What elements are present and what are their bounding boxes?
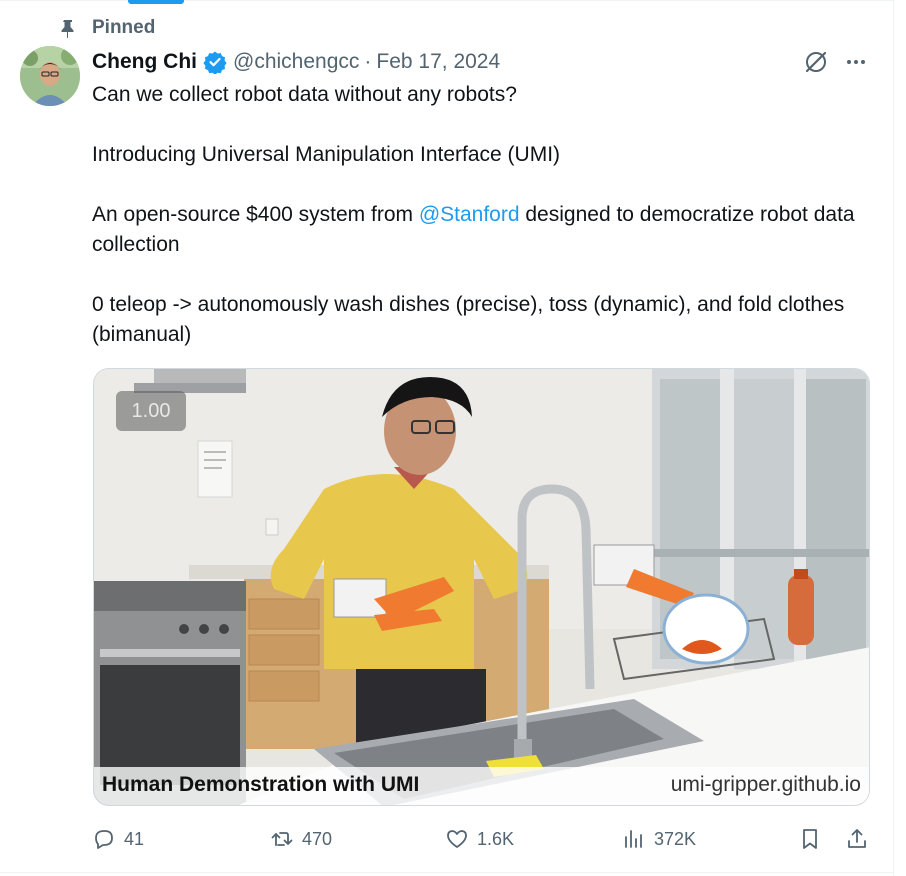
tweet-line-3: An open-source $400 system from @Stanfor… — [92, 200, 872, 260]
bookmark-icon — [803, 829, 817, 849]
grok-icon[interactable] — [802, 48, 830, 76]
repost-icon — [271, 832, 293, 846]
tweet-line-4: 0 teleop -> autonomously wash dishes (pr… — [92, 293, 845, 346]
author-name[interactable]: Cheng Chi — [92, 50, 197, 74]
tweet-date[interactable]: Feb 17, 2024 — [376, 50, 500, 74]
pin-icon — [58, 18, 78, 38]
video-caption-title: Human Demonstration with UMI — [102, 773, 420, 796]
views-button[interactable]: 372K — [622, 824, 696, 854]
pinned-label: Pinned — [92, 17, 156, 38]
views-icon — [625, 830, 642, 848]
tweet-line-1: Can we collect robot data without any ro… — [92, 83, 517, 106]
playback-speed-badge[interactable]: 1.00 — [116, 391, 186, 431]
mention-link-stanford[interactable]: @Stanford — [419, 203, 520, 226]
author-handle[interactable]: @chichengcc — [233, 50, 359, 74]
tweet-header: Cheng Chi @chichengcc · Feb 17, 2024 — [92, 48, 500, 76]
share-button[interactable] — [845, 824, 869, 854]
like-button[interactable]: 1.6K — [445, 824, 514, 854]
video-player[interactable]: 1.00 Human Demonstration with UMI umi-gr… — [93, 368, 870, 806]
repost-button[interactable]: 470 — [270, 824, 332, 854]
reply-count: 41 — [124, 828, 145, 849]
verified-badge-icon[interactable] — [203, 50, 227, 75]
reply-button[interactable]: 41 — [92, 824, 144, 854]
bookmark-button[interactable] — [798, 824, 822, 854]
repost-count: 470 — [302, 828, 333, 849]
avatar[interactable] — [20, 46, 80, 106]
share-icon — [848, 829, 866, 848]
action-bar: 41 470 1.6K 372K — [92, 824, 872, 854]
right-divider — [893, 0, 894, 876]
views-count: 372K — [654, 828, 697, 849]
like-count: 1.6K — [477, 828, 515, 849]
separator-dot: · — [364, 50, 372, 73]
tweet-body: Can we collect robot data without any ro… — [92, 80, 872, 350]
pinned-indicator: Pinned — [58, 16, 155, 40]
tweet-line-3-before: An open-source $400 system from — [92, 203, 419, 226]
tweet-line-2: Introducing Universal Manipulation Inter… — [92, 143, 561, 166]
active-tab-indicator — [128, 0, 184, 4]
video-frame — [94, 369, 869, 805]
more-icon[interactable] — [842, 48, 870, 76]
reply-icon — [95, 830, 113, 849]
like-icon — [447, 830, 467, 848]
video-caption-url: umi-gripper.github.io — [670, 773, 861, 796]
bottom-divider — [0, 872, 894, 873]
